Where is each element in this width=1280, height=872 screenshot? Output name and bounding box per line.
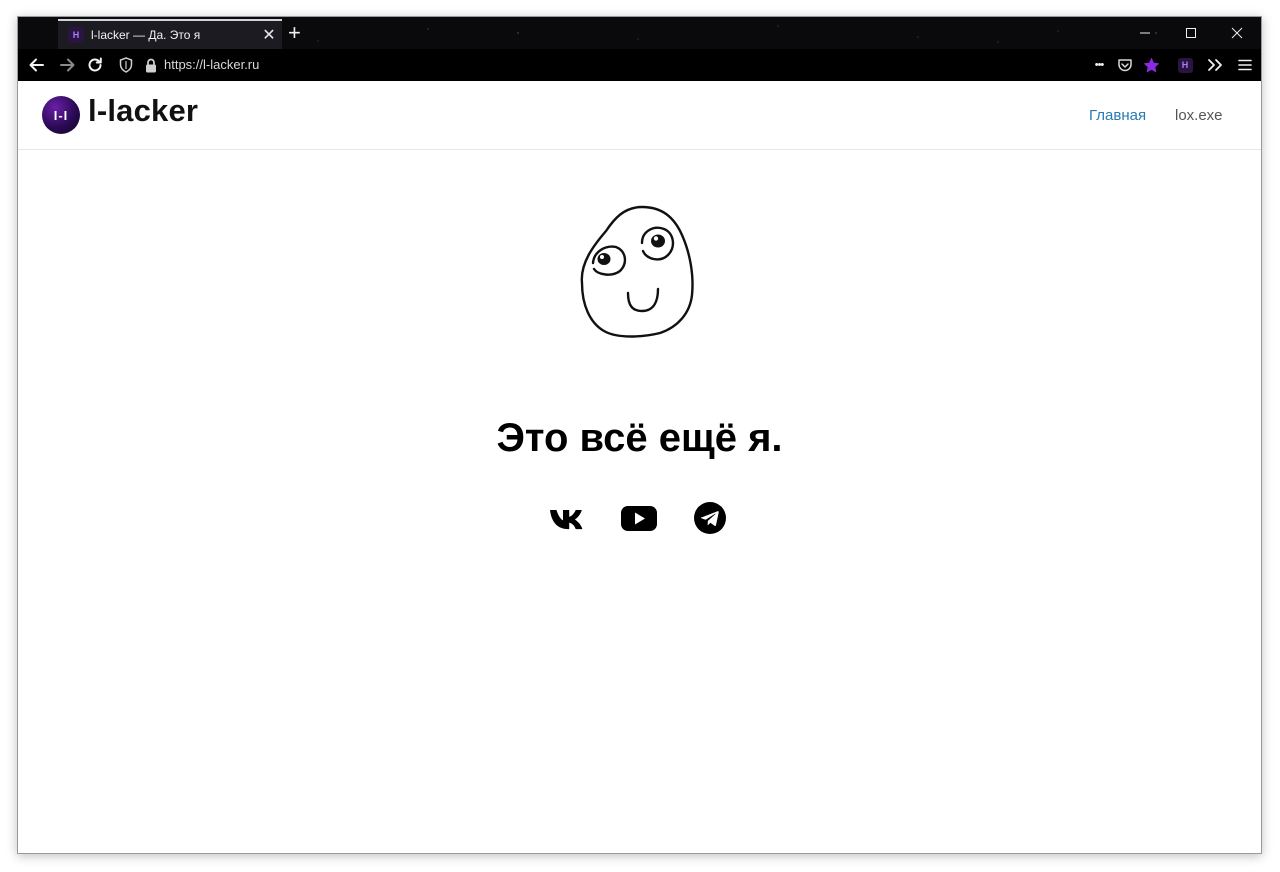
logo-mark: I-I [53, 107, 69, 123]
reload-button[interactable] [80, 49, 110, 81]
logo-icon[interactable]: I-I [42, 96, 80, 134]
pocket-icon[interactable] [1114, 49, 1136, 81]
logo-text[interactable]: l-lacker [88, 93, 198, 129]
back-button[interactable] [22, 49, 52, 81]
tab-title: l-lacker — Да. Это я [91, 28, 201, 42]
tracking-shield-icon[interactable] [116, 49, 136, 81]
youtube-link[interactable] [619, 500, 659, 536]
telegram-icon [694, 502, 726, 534]
site-header: I-I l-lacker Главная lox.exe [18, 81, 1261, 150]
vk-icon [550, 510, 583, 530]
url-bar[interactable]: https://l-lacker.ru [164, 49, 259, 81]
nav-link-lox[interactable]: lox.exe [1175, 107, 1223, 124]
nav-link-home[interactable]: Главная [1089, 107, 1146, 124]
arrow-right-icon [60, 58, 75, 72]
lock-icon[interactable] [142, 49, 160, 81]
reload-icon [88, 57, 102, 72]
maximize-button[interactable] [1168, 17, 1214, 49]
close-icon [1231, 27, 1243, 39]
minimize-icon [1140, 32, 1150, 34]
browser-toolbar: https://l-lacker.ru ••• H [18, 49, 1261, 81]
hamburger-menu-icon [1238, 59, 1252, 71]
extension-button[interactable]: H [1174, 49, 1196, 81]
overflow-menu-button[interactable] [1204, 49, 1226, 81]
main-menu-button[interactable] [1234, 49, 1256, 81]
maximize-icon [1186, 28, 1196, 38]
youtube-icon [621, 506, 657, 531]
minimize-button[interactable] [1122, 17, 1168, 49]
chevron-double-right-icon [1208, 59, 1222, 71]
new-tab-button[interactable]: + [288, 20, 301, 46]
tab-strip: H l-lacker — Да. Это я ✕ + [18, 17, 1261, 49]
active-tab[interactable]: H l-lacker — Да. Это я ✕ [58, 19, 282, 49]
forward-button[interactable] [52, 49, 82, 81]
close-window-button[interactable] [1214, 17, 1260, 49]
arrow-left-icon [29, 58, 44, 72]
extension-icon: H [1177, 57, 1193, 73]
vk-link[interactable] [548, 500, 588, 536]
tab-close-icon[interactable]: ✕ [256, 25, 282, 45]
derp-face-image [580, 205, 694, 338]
page-headline: Это всё ещё я. [496, 416, 783, 460]
page-actions-button[interactable]: ••• [1088, 49, 1110, 81]
telegram-link[interactable] [690, 500, 730, 536]
bookmark-star-icon[interactable] [1140, 49, 1162, 81]
tab-favicon-icon: H [68, 27, 84, 43]
browser-window: H l-lacker — Да. Это я ✕ + https://l-lac… [17, 16, 1262, 854]
